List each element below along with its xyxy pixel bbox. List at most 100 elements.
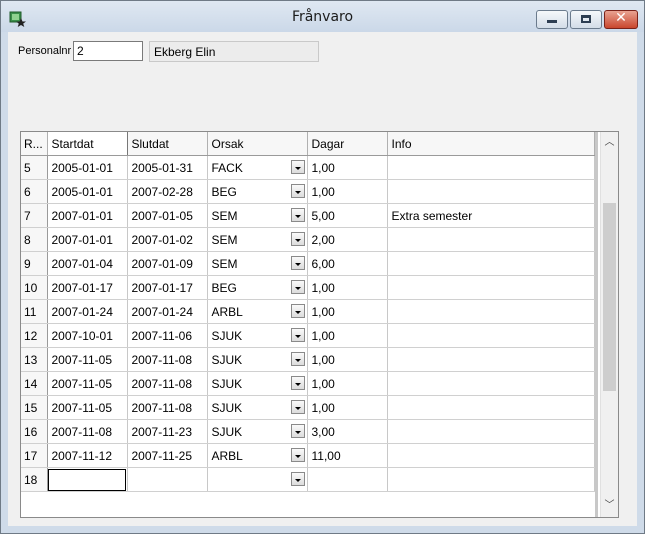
cell-dagar[interactable]: 1,00 (307, 395, 388, 420)
cell-startdat[interactable]: 2005-01-01 (47, 155, 128, 180)
cell-slutdat[interactable]: 2007-11-08 (127, 371, 208, 396)
cell-startdat[interactable]: 2007-11-05 (47, 371, 128, 396)
cell-startdat[interactable]: 2007-01-17 (47, 275, 128, 300)
cell-startdat[interactable]: 2007-11-05 (47, 347, 128, 372)
table-row[interactable]: 8 2007-01-01 2007-01-02 SEM 2,00 (21, 227, 595, 252)
cell-dagar[interactable] (307, 467, 388, 492)
cell-orsak[interactable] (207, 467, 308, 492)
dropdown-arrow-icon[interactable] (290, 184, 305, 198)
cell-startdat[interactable]: 2007-01-24 (47, 299, 128, 324)
cell-startdat[interactable]: 2007-11-05 (47, 395, 128, 420)
table-row[interactable]: 17 2007-11-12 2007-11-25 ARBL 11,00 (21, 443, 595, 468)
cell-slutdat[interactable]: 2007-11-06 (127, 323, 208, 348)
cell-slutdat[interactable]: 2007-01-05 (127, 203, 208, 228)
cell-slutdat[interactable]: 2007-01-02 (127, 227, 208, 252)
cell-orsak[interactable]: SEM (207, 227, 308, 252)
cell-dagar[interactable]: 1,00 (307, 275, 388, 300)
dropdown-arrow-icon[interactable] (290, 304, 305, 318)
personalnr-input[interactable]: 2 (73, 41, 143, 61)
dropdown-arrow-icon[interactable] (290, 328, 305, 342)
cell-dagar[interactable]: 1,00 (307, 371, 388, 396)
cell-dagar[interactable]: 1,00 (307, 347, 388, 372)
scroll-up-icon[interactable]: ︿ (601, 132, 618, 154)
cell-info[interactable] (387, 347, 595, 372)
cell-slutdat[interactable]: 2007-11-08 (127, 395, 208, 420)
cell-orsak[interactable]: ARBL (207, 443, 308, 468)
cell-info[interactable] (387, 395, 595, 420)
table-row[interactable]: 18 (21, 467, 595, 492)
cell-info[interactable] (387, 323, 595, 348)
cell-info[interactable] (387, 275, 595, 300)
cell-info[interactable] (387, 443, 595, 468)
cell-startdat[interactable]: 2005-01-01 (47, 179, 128, 204)
cell-info[interactable] (387, 419, 595, 444)
table-row[interactable]: 6 2005-01-01 2007-02-28 BEG 1,00 (21, 179, 595, 204)
cell-startdat[interactable]: 2007-01-01 (47, 227, 128, 252)
dropdown-arrow-icon[interactable] (290, 472, 305, 486)
close-button[interactable]: ✕ (604, 10, 638, 29)
dropdown-arrow-icon[interactable] (290, 352, 305, 366)
table-row[interactable]: 5 2005-01-01 2005-01-31 FACK 1,00 (21, 155, 595, 180)
table-row[interactable]: 14 2007-11-05 2007-11-08 SJUK 1,00 (21, 371, 595, 396)
cell-orsak[interactable]: BEG (207, 179, 308, 204)
table-row[interactable]: 10 2007-01-17 2007-01-17 BEG 1,00 (21, 275, 595, 300)
dropdown-arrow-icon[interactable] (290, 448, 305, 462)
cell-dagar[interactable]: 5,00 (307, 203, 388, 228)
table-row[interactable]: 12 2007-10-01 2007-11-06 SJUK 1,00 (21, 323, 595, 348)
cell-info[interactable] (387, 155, 595, 180)
cell-dagar[interactable]: 1,00 (307, 179, 388, 204)
cell-info[interactable] (387, 251, 595, 276)
cell-orsak[interactable]: FACK (207, 155, 308, 180)
cell-info[interactable] (387, 371, 595, 396)
dropdown-arrow-icon[interactable] (290, 280, 305, 294)
cell-startdat[interactable]: 2007-01-01 (47, 203, 128, 228)
cell-startdat[interactable]: 2007-01-04 (47, 251, 128, 276)
dropdown-arrow-icon[interactable] (290, 424, 305, 438)
cell-info[interactable] (387, 467, 595, 492)
cell-startdat[interactable]: 2007-11-12 (47, 443, 128, 468)
cell-slutdat[interactable]: 2007-01-09 (127, 251, 208, 276)
dropdown-arrow-icon[interactable] (290, 376, 305, 390)
scroll-down-icon[interactable]: ﹀ (601, 495, 618, 517)
cell-dagar[interactable]: 11,00 (307, 443, 388, 468)
cell-dagar[interactable]: 6,00 (307, 251, 388, 276)
cell-startdat[interactable] (47, 467, 128, 492)
column-header-startdat[interactable]: Startdat (46, 132, 128, 156)
dropdown-arrow-icon[interactable] (290, 400, 305, 414)
cell-slutdat[interactable]: 2007-01-24 (127, 299, 208, 324)
cell-orsak[interactable]: SEM (207, 251, 308, 276)
minimize-button[interactable] (536, 10, 568, 29)
dropdown-arrow-icon[interactable] (290, 160, 305, 174)
cell-slutdat[interactable] (127, 467, 208, 492)
cell-dagar[interactable]: 3,00 (307, 419, 388, 444)
dropdown-arrow-icon[interactable] (290, 208, 305, 222)
cell-slutdat[interactable]: 2007-11-25 (127, 443, 208, 468)
dropdown-arrow-icon[interactable] (290, 256, 305, 270)
cell-slutdat[interactable]: 2007-02-28 (127, 179, 208, 204)
column-header-info[interactable]: Info (387, 132, 595, 156)
cell-orsak[interactable]: SJUK (207, 371, 308, 396)
table-row[interactable]: 11 2007-01-24 2007-01-24 ARBL 1,00 (21, 299, 595, 324)
cell-orsak[interactable]: BEG (207, 275, 308, 300)
table-row[interactable]: 15 2007-11-05 2007-11-08 SJUK 1,00 (21, 395, 595, 420)
column-header-dagar[interactable]: Dagar (307, 132, 388, 156)
table-row[interactable]: 9 2007-01-04 2007-01-09 SEM 6,00 (21, 251, 595, 276)
cell-info[interactable]: Extra semester (387, 203, 595, 228)
cell-slutdat[interactable]: 2007-11-08 (127, 347, 208, 372)
cell-info[interactable] (387, 299, 595, 324)
cell-startdat[interactable]: 2007-10-01 (47, 323, 128, 348)
cell-slutdat[interactable]: 2007-01-17 (127, 275, 208, 300)
absence-grid[interactable]: R... Startdat Slutdat Orsak Dagar Info 5… (20, 131, 619, 518)
title-bar[interactable]: Frånvaro ✕ (1, 1, 644, 32)
cell-slutdat[interactable]: 2007-11-23 (127, 419, 208, 444)
table-row[interactable]: 13 2007-11-05 2007-11-08 SJUK 1,00 (21, 347, 595, 372)
table-row[interactable]: 16 2007-11-08 2007-11-23 SJUK 3,00 (21, 419, 595, 444)
cell-orsak[interactable]: SJUK (207, 395, 308, 420)
cell-orsak[interactable]: ARBL (207, 299, 308, 324)
column-header-slutdat[interactable]: Slutdat (127, 132, 208, 156)
cell-dagar[interactable]: 2,00 (307, 227, 388, 252)
scrollbar-thumb[interactable] (603, 203, 616, 391)
cell-dagar[interactable]: 1,00 (307, 323, 388, 348)
maximize-button[interactable] (570, 10, 602, 29)
vertical-scrollbar[interactable]: ︿ ﹀ (600, 132, 618, 517)
